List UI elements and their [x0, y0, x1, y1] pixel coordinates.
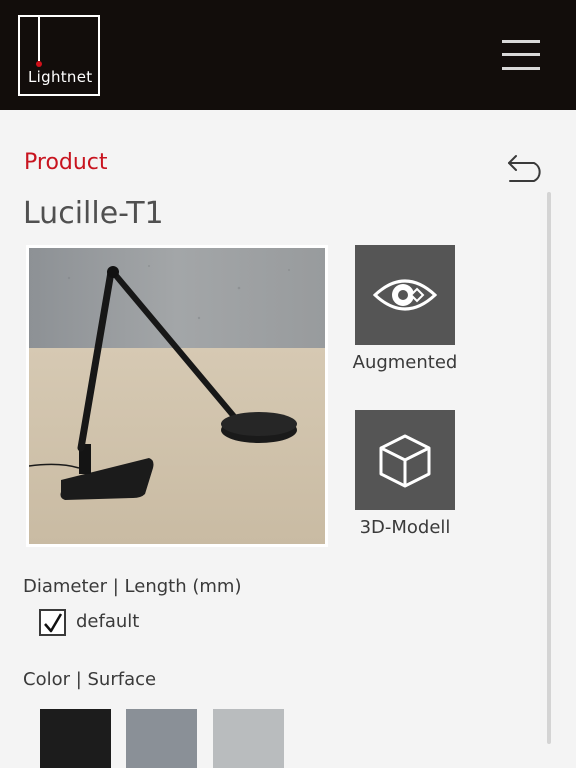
menu-bar [502, 67, 540, 70]
color-heading: Color | Surface [23, 669, 157, 690]
menu-bar [502, 40, 540, 43]
color-swatch-grey[interactable] [126, 709, 197, 768]
color-swatch-silver[interactable] [213, 709, 284, 768]
menu-bar [502, 53, 540, 56]
eye-ar-icon [373, 279, 437, 311]
cube-icon [379, 434, 431, 488]
scrollbar[interactable] [547, 192, 551, 744]
augmented-reality-button[interactable] [355, 245, 455, 345]
augmented-label: Augmented [352, 352, 458, 373]
logo-line [38, 17, 40, 61]
checkmark-icon [44, 613, 63, 633]
undo-arrow-icon [508, 155, 541, 182]
dimension-heading: Diameter | Length (mm) [23, 576, 242, 597]
product-image[interactable] [26, 245, 328, 547]
logo-text: Lightnet [28, 68, 93, 86]
section-title: Product [24, 150, 108, 175]
3d-model-button[interactable] [355, 410, 455, 510]
product-name: Lucille-T1 [23, 196, 164, 231]
top-bar: Lightnet [0, 0, 576, 110]
logo-dot [36, 61, 42, 67]
lightnet-logo[interactable]: Lightnet [18, 15, 100, 96]
back-button[interactable] [506, 152, 548, 184]
default-size-label: default [76, 611, 140, 632]
color-swatch-black[interactable] [40, 709, 111, 768]
3d-model-label: 3D-Modell [359, 517, 451, 538]
hamburger-menu-icon[interactable] [502, 38, 542, 72]
default-size-checkbox[interactable] [39, 609, 66, 636]
